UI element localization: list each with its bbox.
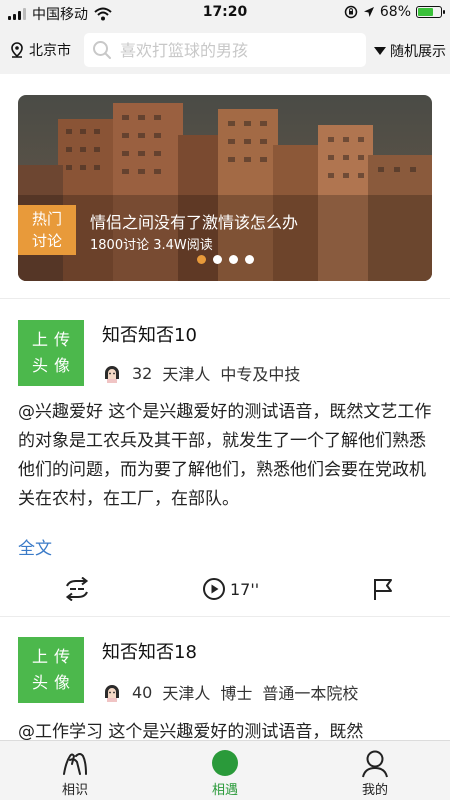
city-label: 北京市 xyxy=(29,43,71,59)
banner-title: 情侣之间没有了激情该怎么办 xyxy=(90,213,299,232)
banner-section: 热门 讨论 情侣之间没有了激情该怎么办 1800讨论 3.4W阅读 xyxy=(0,74,450,296)
flag-icon xyxy=(374,579,392,600)
carousel-dots xyxy=(18,255,432,264)
tab-xiangyu[interactable]: 相遇 xyxy=(185,747,265,798)
post-card: 上传 头像 知否知否10 32 天津人 中专及中技 @兴趣爱好 这个是兴趣爱好的… xyxy=(0,299,450,615)
hands-icon xyxy=(63,753,87,775)
banner-image xyxy=(18,95,432,281)
caret-down-icon xyxy=(374,47,386,55)
hot-tag-line2: 讨论 xyxy=(31,232,62,250)
user-education: 中专及中技 xyxy=(220,365,301,384)
user-meta: 32 天津人 中专及中技 xyxy=(102,361,300,385)
location-pin-icon xyxy=(11,42,23,58)
user-education: 博士 xyxy=(220,684,253,703)
person-icon xyxy=(362,750,388,778)
city-selector[interactable]: 北京市 xyxy=(10,40,71,60)
user-age: 32 xyxy=(132,363,153,383)
play-voice-button[interactable]: 17'' xyxy=(202,577,259,601)
user-name[interactable]: 知否知否10 xyxy=(102,321,197,347)
carousel-dot[interactable] xyxy=(228,255,238,264)
tab-label: 相识 xyxy=(61,783,88,798)
sort-dropdown[interactable]: 随机展示 xyxy=(374,41,446,61)
avatar-line2: 头像 xyxy=(31,673,76,692)
user-hometown: 天津人 xyxy=(162,365,211,384)
search-box[interactable] xyxy=(84,33,366,67)
tab-xiangshi[interactable]: 相识 xyxy=(35,747,115,798)
full-text-link[interactable]: 全文 xyxy=(18,534,52,559)
switch-button[interactable] xyxy=(64,577,90,601)
tab-label: 相遇 xyxy=(211,783,238,798)
upload-avatar-button[interactable]: 上传 头像 xyxy=(18,637,84,703)
user-age: 40 xyxy=(132,682,153,702)
female-avatar-icon xyxy=(105,685,119,702)
bottom-tab-bar: 相识 相遇 我的 xyxy=(0,740,450,800)
hot-tag-line1: 热门 xyxy=(31,210,62,228)
banner-meta: 1800讨论 3.4W阅读 xyxy=(90,238,213,253)
user-meta: 40 天津人 博士 普通一本院校 xyxy=(102,680,358,704)
app-screen: 中国移动 17:20 68% 北京市 喜欢打篮球的男孩 随机展示 热门 讨论 情… xyxy=(0,0,450,800)
voice-duration: 17'' xyxy=(230,579,260,599)
circle-icon xyxy=(212,750,238,776)
status-right: 68% xyxy=(344,4,445,20)
report-button[interactable] xyxy=(372,577,394,601)
avatar-line1: 上传 xyxy=(31,647,76,666)
battery-percent: 68% xyxy=(379,4,411,20)
avatar-line2: 头像 xyxy=(31,356,76,375)
user-hometown: 天津人 xyxy=(162,684,211,703)
search-input[interactable] xyxy=(120,40,350,60)
battery-icon xyxy=(416,6,445,18)
user-name[interactable]: 知否知否18 xyxy=(102,638,197,664)
carousel-dot[interactable] xyxy=(212,255,222,264)
upload-avatar-button[interactable]: 上传 头像 xyxy=(18,320,84,386)
play-icon xyxy=(203,578,225,600)
battery-fill xyxy=(418,8,433,16)
carousel-dot[interactable] xyxy=(244,255,254,264)
post-card: 上传 头像 知否知否18 40 天津人 博士 普通一本院校 @工作学习 这个是兴… xyxy=(0,617,450,742)
sort-label: 随机展示 xyxy=(390,44,446,60)
location-arrow-icon xyxy=(363,7,374,17)
search-icon xyxy=(93,41,111,59)
rotation-lock-icon xyxy=(344,5,358,19)
status-bar: 中国移动 17:20 68% xyxy=(0,0,450,26)
hot-topic-banner[interactable]: 热门 讨论 情侣之间没有了激情该怎么办 1800讨论 3.4W阅读 xyxy=(18,95,432,281)
user-school: 普通一本院校 xyxy=(262,684,359,703)
avatar-line1: 上传 xyxy=(31,330,76,349)
carousel-dot[interactable] xyxy=(196,255,206,264)
tab-wode[interactable]: 我的 xyxy=(335,747,415,798)
shuffle-icon xyxy=(65,577,89,601)
post-actions: 17'' xyxy=(0,577,450,607)
hot-topic-tag: 热门 讨论 xyxy=(18,205,76,255)
female-avatar-icon xyxy=(105,366,119,383)
search-header: 北京市 随机展示 xyxy=(0,26,450,74)
tab-label: 我的 xyxy=(361,783,388,798)
post-body: @兴趣爱好 这个是兴趣爱好的测试语音，既然文艺工作的对象是工农兵及其干部，就发生… xyxy=(18,402,432,509)
